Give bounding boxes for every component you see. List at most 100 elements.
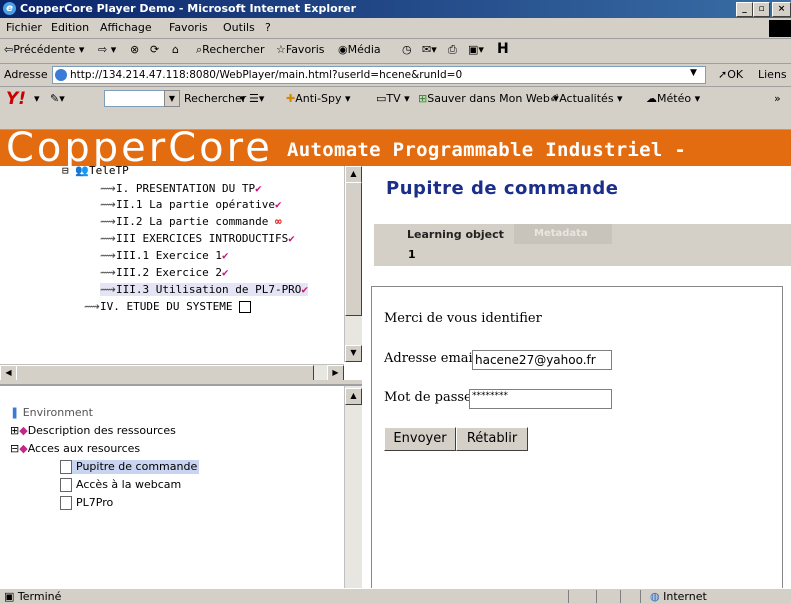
menu-help[interactable]: ?	[265, 21, 271, 34]
menu-outils[interactable]: Outils	[223, 21, 255, 34]
tree-root[interactable]: ⊟ 👥TeleTP	[62, 166, 129, 177]
forward-button[interactable]: ⇨ ▾	[98, 43, 116, 56]
scroll-down-icon[interactable]: ▼	[345, 345, 362, 362]
mail-icon[interactable]: ✉▾	[422, 43, 437, 56]
minimize-button[interactable]: _	[736, 2, 753, 17]
scroll-up-icon[interactable]: ▲	[345, 166, 362, 183]
stop-icon[interactable]: ⊗	[130, 43, 139, 56]
window-title: CopperCore Player Demo - Microsoft Inter…	[20, 2, 357, 15]
refresh-icon[interactable]: ⟳	[150, 43, 159, 56]
favorites-icon: ☆	[276, 43, 286, 56]
env-group[interactable]: ⊞◆Description des ressources	[10, 424, 176, 437]
env-item[interactable]: Accès à la webcam	[60, 478, 181, 492]
tree-item[interactable]: ⟿III.2 Exercice 2✔	[100, 266, 229, 279]
page-title: Pupitre de commande	[386, 178, 619, 199]
maximize-button[interactable]: ▫	[753, 2, 770, 17]
address-input[interactable]: http://134.214.47.118:8080/WebPlayer/mai…	[52, 66, 706, 84]
tree-vertical-scrollbar[interactable]: ▲ ▼	[344, 166, 362, 362]
menu-edition[interactable]: Edition	[51, 21, 89, 34]
scroll-thumb[interactable]	[345, 182, 362, 316]
window-title-bar: e CopperCore Player Demo - Microsoft Int…	[0, 0, 791, 18]
close-button[interactable]: ×	[772, 2, 791, 17]
go-arrow-icon: ➚	[718, 68, 728, 81]
address-dropdown-icon[interactable]: ▼	[690, 68, 697, 78]
env-group[interactable]: ⊟◆Acces aux resources	[10, 442, 140, 455]
status-text: ▣ Terminé	[4, 590, 62, 603]
check-icon: ✔	[274, 198, 282, 211]
content-panel: Pupitre de commande Metadata Learning ob…	[362, 166, 791, 590]
tree-item-selected[interactable]: ⟿III.3 Utilisation de PL7-PRO✔	[100, 283, 309, 296]
go-button[interactable]: ➚OK	[718, 68, 743, 81]
favorites-button[interactable]: ☆Favoris	[276, 43, 324, 56]
media-button[interactable]: ◉Média	[338, 43, 381, 56]
email-field[interactable]: hacene27@yahoo.fr	[472, 350, 612, 370]
page-number: 1	[408, 248, 416, 261]
banner-title: Automate Programmable Industriel -	[287, 139, 687, 161]
environment-panel: ❚ Environment ⊞◆Description des ressourc…	[0, 384, 363, 590]
activity-icon: ⟿	[100, 283, 116, 296]
pencil-icon[interactable]: ✎▾	[50, 92, 65, 105]
yahoo-menu-icon[interactable]: ▾ ☰▾	[240, 92, 264, 105]
tab-learning-object[interactable]: Learning object	[374, 224, 514, 244]
standard-toolbar: ⇦Précédente ▾ ⇨ ▾ ⊗ ⟳ ⌂ ⌕Rechercher ☆Fav…	[0, 39, 791, 64]
activity-icon: ⟿	[100, 249, 116, 262]
save-web-button[interactable]: ⊞Sauver dans Mon Web ▾	[418, 92, 559, 105]
folder-icon: ◆	[19, 442, 28, 455]
tv-icon: ▭	[376, 92, 387, 105]
menu-favoris[interactable]: Favoris	[169, 21, 208, 34]
back-button[interactable]: ⇦Précédente ▾	[4, 43, 84, 56]
activity-icon: ⟿	[100, 232, 116, 245]
address-bar: Adresse http://134.214.47.118:8080/WebPl…	[0, 64, 791, 87]
tree-item[interactable]: ⟿I. PRESENTATION DU TP✔	[100, 182, 262, 195]
news-button[interactable]: ✐Actualités ▾	[550, 92, 623, 105]
antispy-icon: ✚	[286, 92, 296, 105]
menu-fichier[interactable]: Fichier	[6, 21, 42, 34]
tree-item[interactable]: ⟿II.1 La partie opérative✔	[100, 198, 282, 211]
incomplete-checkbox	[239, 301, 252, 313]
menu-affichage[interactable]: Affichage	[100, 21, 152, 34]
env-vertical-scrollbar[interactable]: ▲	[344, 386, 362, 590]
reset-button[interactable]: Rétablir	[456, 427, 528, 451]
tv-button[interactable]: ▭TV ▾	[376, 92, 410, 105]
yahoo-search-input[interactable]	[104, 90, 166, 107]
infinity-icon: ∞	[274, 215, 282, 228]
search-button[interactable]: ⌕Rechercher	[196, 43, 264, 57]
tree-item[interactable]: ⟿IV. ETUDE DU SYSTEME	[84, 300, 252, 313]
page-done-icon: ▣	[4, 590, 15, 603]
collapse-icon[interactable]: ⊟	[62, 166, 69, 177]
home-icon[interactable]: ⌂	[172, 43, 179, 56]
tree-item[interactable]: ⟿II.2 La partie commande ∞	[100, 215, 282, 228]
scroll-right-icon[interactable]: ▶	[327, 365, 344, 380]
activity-tree-panel: ⊟ 👥TeleTP ⟿I. PRESENTATION DU TP✔ ⟿II.1 …	[0, 166, 363, 380]
yahoo-search-button[interactable]: Rechercher	[184, 92, 246, 105]
windows-logo-icon	[769, 20, 791, 37]
document-icon	[60, 496, 72, 510]
yahoo-logo-icon[interactable]: Y!	[6, 89, 26, 109]
yahoo-menu-arrow[interactable]: ▾	[34, 92, 40, 105]
expand-icon[interactable]: ⊞	[10, 424, 19, 437]
tree-horizontal-scrollbar[interactable]: ◀ ▶	[0, 364, 344, 380]
yahoo-toolbar: Y! ▾ ✎▾ ▼ Rechercher ▾ ☰▾ ✚Anti-Spy ▾ ▭T…	[0, 87, 791, 130]
print-icon[interactable]: ⎙	[448, 43, 457, 57]
scroll-left-icon[interactable]: ◀	[0, 365, 17, 380]
env-item-selected[interactable]: Pupitre de commande	[60, 460, 200, 474]
yahoo-dropdown-icon[interactable]: ▼	[164, 90, 180, 107]
links-button[interactable]: Liens	[758, 68, 787, 81]
collapse-icon[interactable]: ⊟	[10, 442, 19, 455]
env-item[interactable]: PL7Pro	[60, 496, 113, 510]
tree-item[interactable]: ⟿III EXERCICES INTRODUCTIFS✔	[100, 232, 295, 245]
antispy-button[interactable]: ✚Anti-Spy ▾	[286, 92, 351, 105]
people-icon: 👥	[75, 166, 89, 177]
edit-icon[interactable]: ▣▾	[468, 43, 484, 56]
weather-button[interactable]: ☁Météo ▾	[646, 92, 700, 105]
scroll-thumb[interactable]	[16, 365, 314, 380]
scroll-up-icon[interactable]: ▲	[345, 388, 362, 405]
submit-button[interactable]: Envoyer	[384, 427, 456, 451]
tab-metadata[interactable]: Metadata	[502, 224, 612, 244]
password-field[interactable]: ********	[469, 389, 612, 409]
environment-root[interactable]: ❚ Environment	[10, 406, 93, 419]
tree-item[interactable]: ⟿III.1 Exercice 1✔	[100, 249, 229, 262]
toolbar-overflow-icon[interactable]: »	[774, 92, 781, 105]
h-icon[interactable]: H	[497, 41, 509, 57]
history-icon[interactable]: ◷	[402, 43, 412, 56]
